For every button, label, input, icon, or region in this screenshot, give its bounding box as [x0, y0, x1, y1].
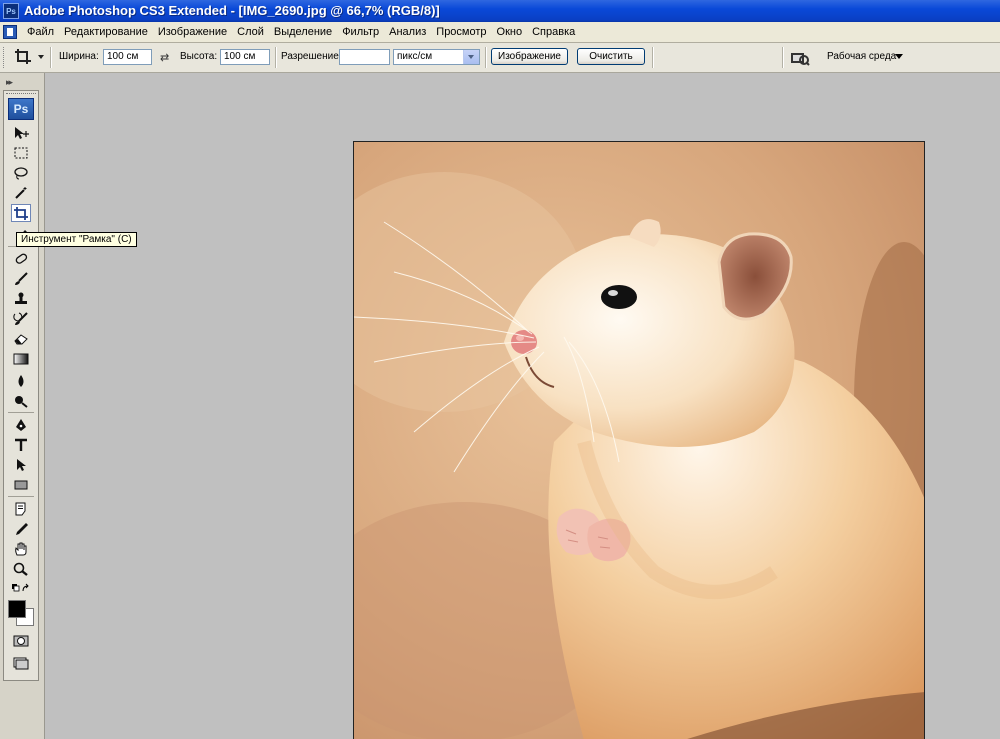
menu-filter[interactable]: Фильтр [337, 22, 384, 42]
move-icon[interactable] [11, 124, 31, 142]
toolbox-separator [8, 412, 34, 413]
options-bar: Ширина: 100 см ⇄ Высота: 100 см Разрешен… [0, 43, 1000, 73]
window-title: Adobe Photoshop CS3 Extended - [IMG_2690… [24, 3, 440, 18]
healing-brush-icon[interactable] [11, 250, 31, 268]
eraser-icon[interactable] [11, 330, 31, 348]
resolution-field[interactable] [339, 49, 390, 65]
tool-tooltip: Инструмент "Рамка" (C) [16, 232, 137, 247]
crop-icon[interactable] [11, 204, 31, 222]
menu-image[interactable]: Изображение [153, 22, 232, 42]
resolution-label: Разрешение: [281, 51, 342, 62]
color-swatches [8, 600, 36, 628]
height-label: Высота: [180, 51, 218, 62]
hand-icon[interactable] [11, 540, 31, 558]
toolbox-separator [8, 496, 34, 497]
gradient-icon[interactable] [11, 350, 31, 368]
default-colors-icon[interactable] [11, 582, 31, 596]
resolution-unit-value: пикс/см [397, 51, 433, 62]
app-icon[interactable]: Ps [3, 3, 19, 19]
menu-help[interactable]: Справка [527, 22, 580, 42]
options-bar-grip[interactable] [3, 47, 6, 68]
workspace-dropdown-icon[interactable] [895, 54, 903, 59]
document-canvas[interactable] [353, 141, 925, 739]
document-icon[interactable] [3, 25, 17, 39]
foreground-color-swatch[interactable] [8, 600, 26, 618]
options-separator [50, 47, 52, 68]
options-separator [275, 47, 277, 68]
height-field[interactable]: 100 см [220, 49, 270, 65]
options-separator [782, 47, 784, 68]
type-icon[interactable] [11, 436, 31, 454]
workspace-label[interactable]: Рабочая среда [827, 51, 896, 62]
blur-icon[interactable] [11, 372, 31, 390]
pen-icon[interactable] [11, 416, 31, 434]
crop-icon[interactable] [14, 48, 32, 66]
dodge-icon[interactable] [11, 392, 31, 410]
menu-window[interactable]: Окно [492, 22, 528, 42]
tool-preset-dropdown-icon[interactable] [38, 55, 44, 59]
expand-panel-icon[interactable]: ▸▸ [6, 77, 13, 88]
marquee-icon[interactable] [11, 144, 31, 162]
quick-mask-icon[interactable] [11, 632, 31, 650]
bridge-icon[interactable] [790, 48, 810, 66]
zoom-icon[interactable] [11, 560, 31, 578]
chevron-down-icon[interactable] [463, 50, 479, 64]
lasso-icon[interactable] [11, 164, 31, 182]
screen-mode-icon[interactable] [11, 654, 31, 672]
magic-wand-icon[interactable] [11, 184, 31, 202]
rectangle-shape-icon[interactable] [11, 476, 31, 494]
eyedropper-icon[interactable] [11, 520, 31, 538]
menu-layer[interactable]: Слой [232, 22, 269, 42]
clear-button[interactable]: Очистить [577, 48, 645, 65]
options-separator [485, 47, 487, 68]
toolbox-grip[interactable] [6, 93, 36, 97]
menu-file[interactable]: Файл [22, 22, 59, 42]
hamster-photo [354, 142, 924, 739]
swap-icon[interactable]: ⇄ [160, 51, 169, 64]
resolution-unit-select[interactable]: пикс/см [393, 49, 480, 65]
menu-select[interactable]: Выделение [269, 22, 337, 42]
width-label: Ширина: [59, 51, 99, 62]
title-bar: Ps Adobe Photoshop CS3 Extended - [IMG_2… [0, 0, 1000, 22]
clone-stamp-icon[interactable] [11, 290, 31, 308]
width-field[interactable]: 100 см [103, 49, 152, 65]
menu-view[interactable]: Просмотр [431, 22, 491, 42]
options-separator [652, 47, 654, 68]
brush-icon[interactable] [11, 270, 31, 288]
menu-edit[interactable]: Редактирование [59, 22, 153, 42]
front-image-button[interactable]: Изображение [491, 48, 568, 65]
photoshop-logo[interactable]: Ps [8, 98, 34, 120]
menu-analysis[interactable]: Анализ [384, 22, 431, 42]
menu-bar: Файл Редактирование Изображение Слой Выд… [0, 22, 1000, 43]
notes-icon[interactable] [11, 500, 31, 518]
history-brush-icon[interactable] [11, 310, 31, 328]
path-selection-icon[interactable] [11, 456, 31, 474]
